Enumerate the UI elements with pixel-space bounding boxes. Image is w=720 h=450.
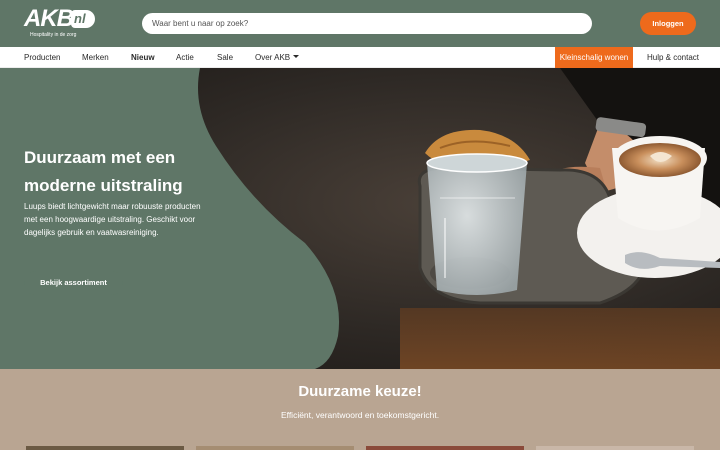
product-card[interactable] [26,446,184,450]
logo-tagline: Hospitality in de zorg [30,32,77,38]
hero-banner: Duurzaam met een moderne uitstraling Luu… [0,68,720,369]
hero-description: Luups biedt lichtgewicht maar robuuste p… [24,202,201,237]
product-card[interactable] [366,446,524,450]
nav-item-nieuw[interactable]: Nieuw [131,47,155,68]
nav-item-hulp-contact[interactable]: Hulp & contact [647,47,699,68]
view-assortment-button[interactable]: Bekijk assortiment [24,271,123,295]
nav-item-actie[interactable]: Actie [176,47,194,68]
sustainable-section: Duurzame keuze! Efficiënt, verantwoord e… [0,369,720,450]
product-card[interactable] [196,446,354,450]
section-subtitle: Efficiënt, verantwoord en toekomstgerich… [280,410,440,420]
site-header: AKB nl Hospitality in de zorg Inloggen [0,0,720,47]
login-button[interactable]: Inloggen [640,12,696,35]
search-input[interactable] [142,13,592,34]
nav-item-kleinschalig-wonen[interactable]: Kleinschalig wonen [555,47,633,68]
akb-logo[interactable]: AKB nl Hospitality in de zorg [24,6,104,40]
logo-wordmark: AKB [24,5,74,32]
chevron-down-icon [293,55,300,59]
nav-item-producten[interactable]: Producten [24,47,60,68]
hero-title: Duurzaam met een moderne uitstraling [24,148,183,195]
logo-nl-badge: nl [71,10,95,28]
main-navigation: Producten Merken Nieuw Actie Sale Over A… [0,47,720,68]
section-title: Duurzame keuze! [298,383,422,400]
product-card[interactable] [536,446,694,450]
nav-item-over-akb[interactable]: Over AKB [255,47,300,68]
nav-item-sale[interactable]: Sale [217,47,233,68]
nav-item-merken[interactable]: Merken [82,47,109,68]
